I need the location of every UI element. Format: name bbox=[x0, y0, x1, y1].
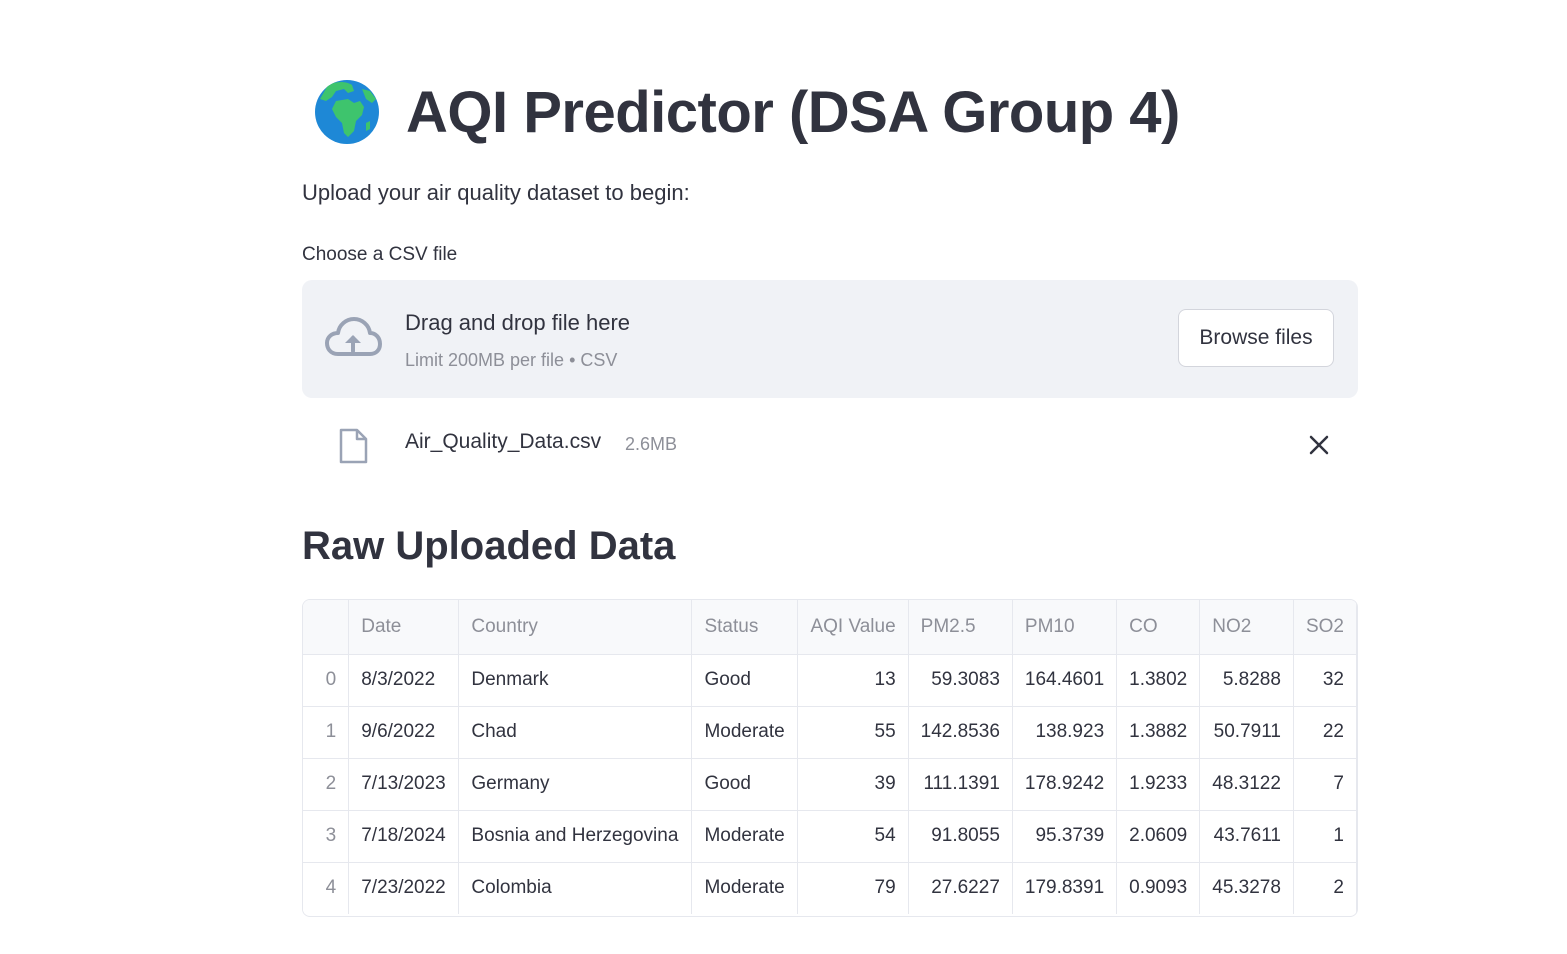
uploaded-file-name: Air_Quality_Data.csv bbox=[405, 430, 602, 453]
row-index-cell[interactable]: 1 bbox=[303, 706, 350, 759]
date-cell[interactable]: 7/13/2023 bbox=[348, 758, 460, 811]
file-dropzone[interactable]: Drag and drop file here Limit 200MB per … bbox=[302, 280, 1358, 398]
uploaded-file-row: Air_Quality_Data.csv 2.6MB bbox=[302, 420, 1358, 472]
co-cell[interactable]: 1.9233 bbox=[1116, 758, 1201, 811]
date-cell[interactable]: 7/23/2022 bbox=[348, 862, 460, 914]
column-header-no2[interactable]: NO2 bbox=[1199, 600, 1294, 655]
status-cell[interactable]: Moderate bbox=[691, 810, 799, 863]
column-header-pm10[interactable]: PM10 bbox=[1012, 600, 1118, 655]
column-header-date[interactable]: Date bbox=[348, 600, 460, 655]
page-subtitle: Upload your air quality dataset to begin… bbox=[302, 180, 690, 205]
status-cell[interactable]: Good bbox=[691, 654, 799, 707]
country-cell[interactable]: Bosnia and Herzegovina bbox=[458, 810, 693, 863]
section-title: Raw Uploaded Data bbox=[302, 524, 676, 568]
status-cell[interactable]: Moderate bbox=[691, 862, 799, 914]
table-row: 0 8/3/2022 Denmark Good 13 59.3083 164.4… bbox=[303, 654, 1357, 707]
table-row: 4 7/23/2022 Colombia Moderate 79 27.6227… bbox=[303, 862, 1357, 914]
uploader-label: Choose a CSV file bbox=[302, 244, 458, 265]
dropzone-limit: Limit 200MB per file • CSV bbox=[405, 350, 618, 370]
table-row: 3 7/18/2024 Bosnia and Herzegovina Moder… bbox=[303, 810, 1357, 863]
row-index-cell[interactable]: 2 bbox=[303, 758, 350, 811]
co-cell[interactable]: 1.3882 bbox=[1116, 706, 1201, 759]
pm10-cell[interactable]: 179.8391 bbox=[1012, 862, 1118, 914]
page-title: AQI Predictor (DSA Group 4) bbox=[406, 79, 1180, 145]
pm25-cell[interactable]: 91.8055 bbox=[908, 810, 1013, 863]
column-header-so2[interactable]: SO2 bbox=[1293, 600, 1357, 655]
no2-cell[interactable]: 5.8288 bbox=[1199, 654, 1294, 707]
pm25-cell[interactable]: 111.1391 bbox=[908, 758, 1013, 811]
row-index-cell[interactable]: 3 bbox=[303, 810, 350, 863]
row-index-cell[interactable]: 4 bbox=[303, 862, 350, 914]
country-cell[interactable]: Denmark bbox=[458, 654, 693, 707]
pm10-cell[interactable]: 138.923 bbox=[1012, 706, 1118, 759]
no2-cell[interactable]: 43.7611 bbox=[1199, 810, 1294, 863]
date-cell[interactable]: 7/18/2024 bbox=[348, 810, 460, 863]
table-row: 2 7/13/2023 Germany Good 39 111.1391 178… bbox=[303, 758, 1357, 811]
no2-cell[interactable]: 50.7911 bbox=[1199, 706, 1294, 759]
so2-cell[interactable]: 2 bbox=[1293, 862, 1357, 914]
pm10-cell[interactable]: 178.9242 bbox=[1012, 758, 1118, 811]
date-cell[interactable]: 9/6/2022 bbox=[348, 706, 460, 759]
data-table[interactable]: Date Country Status AQI Value PM2.5 PM10… bbox=[302, 599, 1358, 917]
aqi-value-cell[interactable]: 54 bbox=[797, 810, 909, 863]
so2-cell[interactable]: 1 bbox=[1293, 810, 1357, 863]
title-row: AQI Predictor (DSA Group 4) bbox=[314, 76, 1180, 148]
date-cell[interactable]: 8/3/2022 bbox=[348, 654, 460, 707]
row-index-cell[interactable]: 0 bbox=[303, 654, 350, 707]
status-cell[interactable]: Good bbox=[691, 758, 799, 811]
cloud-upload-icon bbox=[325, 317, 382, 356]
pm10-cell[interactable]: 164.4601 bbox=[1012, 654, 1118, 707]
country-cell[interactable]: Germany bbox=[458, 758, 693, 811]
pm25-cell[interactable]: 27.6227 bbox=[908, 862, 1013, 914]
co-cell[interactable]: 1.3802 bbox=[1116, 654, 1201, 707]
file-icon bbox=[339, 428, 368, 464]
aqi-value-cell[interactable]: 55 bbox=[797, 706, 909, 759]
browse-files-button[interactable]: Browse files bbox=[1178, 309, 1334, 367]
column-header-pm25[interactable]: PM2.5 bbox=[908, 600, 1013, 655]
co-cell[interactable]: 2.0609 bbox=[1116, 810, 1201, 863]
aqi-value-cell[interactable]: 39 bbox=[797, 758, 909, 811]
pm25-cell[interactable]: 142.8536 bbox=[908, 706, 1013, 759]
aqi-value-cell[interactable]: 79 bbox=[797, 862, 909, 914]
status-cell[interactable]: Moderate bbox=[691, 706, 799, 759]
so2-cell[interactable]: 22 bbox=[1293, 706, 1357, 759]
column-header-status[interactable]: Status bbox=[691, 600, 799, 655]
dropzone-instructions: Drag and drop file here bbox=[405, 310, 631, 335]
so2-cell[interactable]: 7 bbox=[1293, 758, 1357, 811]
country-cell[interactable]: Chad bbox=[458, 706, 693, 759]
column-header-co[interactable]: CO bbox=[1116, 600, 1201, 655]
no2-cell[interactable]: 45.3278 bbox=[1199, 862, 1294, 914]
pm10-cell[interactable]: 95.3739 bbox=[1012, 810, 1118, 863]
co-cell[interactable]: 0.9093 bbox=[1116, 862, 1201, 914]
no2-cell[interactable]: 48.3122 bbox=[1199, 758, 1294, 811]
table-header-row: Date Country Status AQI Value PM2.5 PM10… bbox=[303, 600, 1357, 655]
table-row: 1 9/6/2022 Chad Moderate 55 142.8536 138… bbox=[303, 706, 1357, 759]
globe-africa-icon bbox=[315, 80, 379, 144]
column-header-aqi-value[interactable]: AQI Value bbox=[797, 600, 909, 655]
column-header-country[interactable]: Country bbox=[458, 600, 693, 655]
so2-cell[interactable]: 32 bbox=[1293, 654, 1357, 707]
country-cell[interactable]: Colombia bbox=[458, 862, 693, 914]
pm25-cell[interactable]: 59.3083 bbox=[908, 654, 1013, 707]
column-header-index[interactable] bbox=[303, 600, 350, 655]
close-icon[interactable] bbox=[1308, 434, 1330, 456]
uploaded-file-size: 2.6MB bbox=[625, 434, 678, 454]
aqi-value-cell[interactable]: 13 bbox=[797, 654, 909, 707]
